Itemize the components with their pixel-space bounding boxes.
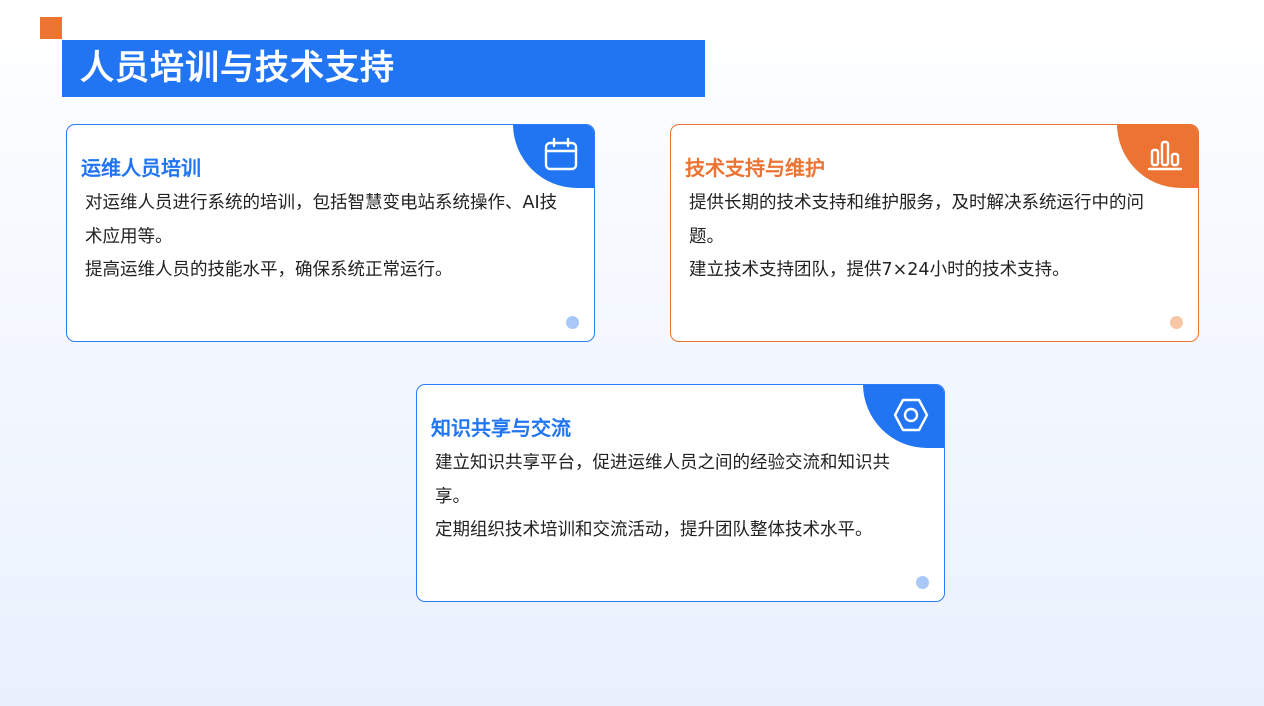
card-body: 建立知识共享平台，促进运维人员之间的经验交流和知识共享。 定期组织技术培训和交流… [435, 447, 908, 548]
bar-chart-icon [1147, 140, 1183, 171]
hexagon-nut-icon [893, 398, 929, 432]
decorative-dot [916, 576, 929, 589]
card-line: 建立知识共享平台，促进运维人员之间的经验交流和知识共享。 [435, 453, 890, 507]
page-title: 人员培训与技术支持 [62, 40, 705, 97]
card-line: 建立技术支持团队，提供7×24小时的技术支持。 [689, 260, 1070, 280]
card-body: 对运维人员进行系统的培训，包括智慧变电站系统操作、AI技术应用等。 提高运维人员… [85, 187, 558, 288]
corner-accent-square [40, 17, 62, 39]
card-line: 对运维人员进行系统的培训，包括智慧变电站系统操作、AI技术应用等。 [85, 193, 558, 247]
calendar-icon [544, 137, 578, 171]
card-badge [513, 125, 594, 188]
card-knowledge-sharing: 知识共享与交流 建立知识共享平台，促进运维人员之间的经验交流和知识共享。 定期组… [416, 384, 945, 602]
card-badge [1117, 125, 1198, 188]
card-tech-support: 技术支持与维护 提供长期的技术支持和维护服务，及时解决系统运行中的问题。 建立技… [670, 124, 1199, 342]
decorative-dot [566, 316, 579, 329]
card-line: 提供长期的技术支持和维护服务，及时解决系统运行中的问题。 [689, 193, 1144, 247]
card-ops-training: 运维人员培训 对运维人员进行系统的培训，包括智慧变电站系统操作、AI技术应用等。… [66, 124, 595, 342]
card-line: 定期组织技术培训和交流活动，提升团队整体技术水平。 [435, 520, 873, 540]
card-title: 知识共享与交流 [431, 416, 571, 440]
card-line: 提高运维人员的技能水平，确保系统正常运行。 [85, 260, 453, 280]
decorative-dot [1170, 316, 1183, 329]
card-badge [863, 385, 944, 448]
card-body: 提供长期的技术支持和维护服务，及时解决系统运行中的问题。 建立技术支持团队，提供… [689, 187, 1162, 288]
card-title: 技术支持与维护 [685, 156, 825, 180]
card-title: 运维人员培训 [81, 156, 201, 180]
